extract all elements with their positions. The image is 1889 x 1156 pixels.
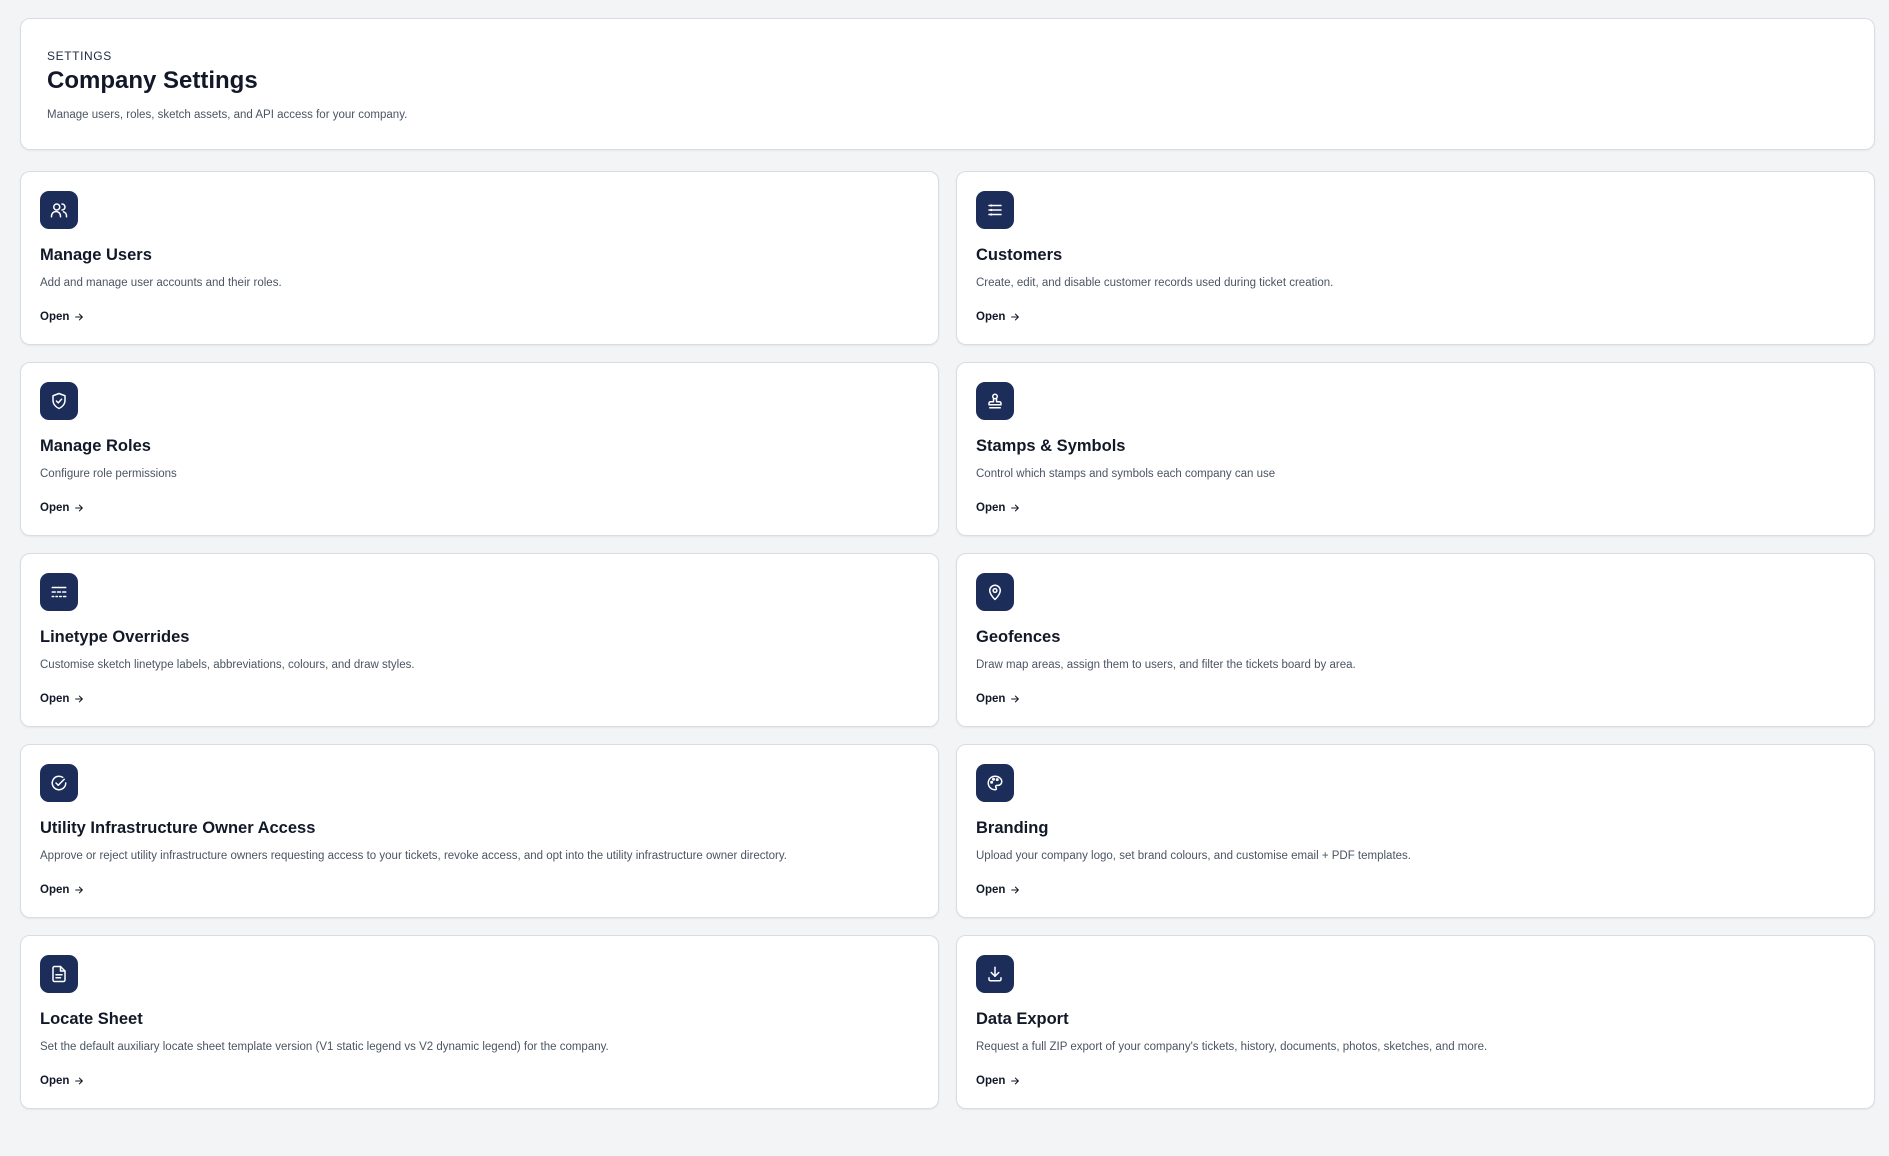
open-label: Open xyxy=(976,502,1006,514)
page-subtitle: Manage users, roles, sketch assets, and … xyxy=(47,109,408,121)
open-branding-link[interactable]: Open xyxy=(976,884,1020,896)
card-description: Request a full ZIP export of your compan… xyxy=(976,1041,1488,1053)
arrow-right-icon xyxy=(1011,504,1020,512)
card-customers[interactable]: Customers Create, edit, and disable cust… xyxy=(956,171,1875,345)
open-data-export-link[interactable]: Open xyxy=(976,1075,1020,1087)
open-linetype-overrides-link[interactable]: Open xyxy=(40,693,84,705)
card-description: Control which stamps and symbols each co… xyxy=(976,468,1276,480)
arrow-right-icon xyxy=(75,1077,84,1085)
open-label: Open xyxy=(40,884,70,896)
settings-grid: Manage Users Add and manage user account… xyxy=(20,171,1875,1109)
card-title: Locate Sheet xyxy=(40,1010,143,1028)
file-text-icon xyxy=(40,955,78,993)
list-icon xyxy=(976,191,1014,229)
palette-icon xyxy=(976,764,1014,802)
card-linetype-overrides[interactable]: Linetype Overrides Customise sketch line… xyxy=(20,553,939,727)
arrow-right-icon xyxy=(1011,886,1020,894)
arrow-right-icon xyxy=(1011,1077,1020,1085)
card-description: Customise sketch linetype labels, abbrev… xyxy=(40,659,415,671)
open-label: Open xyxy=(40,502,70,514)
card-description: Add and manage user accounts and their r… xyxy=(40,277,282,289)
open-manage-users-link[interactable]: Open xyxy=(40,311,84,323)
arrow-right-icon xyxy=(75,504,84,512)
arrow-right-icon xyxy=(75,886,84,894)
card-title: Data Export xyxy=(976,1010,1069,1028)
card-manage-roles[interactable]: Manage Roles Configure role permissions … xyxy=(20,362,939,536)
linetype-icon xyxy=(40,573,78,611)
card-title: Linetype Overrides xyxy=(40,628,190,646)
open-label: Open xyxy=(976,693,1006,705)
stamp-icon xyxy=(976,382,1014,420)
card-branding[interactable]: Branding Upload your company logo, set b… xyxy=(956,744,1875,918)
open-customers-link[interactable]: Open xyxy=(976,311,1020,323)
open-label: Open xyxy=(40,311,70,323)
users-icon xyxy=(40,191,78,229)
card-manage-users[interactable]: Manage Users Add and manage user account… xyxy=(20,171,939,345)
arrow-right-icon xyxy=(1011,313,1020,321)
open-locate-sheet-link[interactable]: Open xyxy=(40,1075,84,1087)
card-description: Upload your company logo, set brand colo… xyxy=(976,850,1411,862)
card-stamps-symbols[interactable]: Stamps & Symbols Control which stamps an… xyxy=(956,362,1875,536)
card-title: Customers xyxy=(976,246,1063,264)
circle-check-icon xyxy=(40,764,78,802)
download-icon xyxy=(976,955,1014,993)
shield-check-icon xyxy=(40,382,78,420)
open-utility-owner-access-link[interactable]: Open xyxy=(40,884,84,896)
card-data-export[interactable]: Data Export Request a full ZIP export of… xyxy=(956,935,1875,1109)
open-label: Open xyxy=(40,1075,70,1087)
card-description: Draw map areas, assign them to users, an… xyxy=(976,659,1356,671)
card-title: Stamps & Symbols xyxy=(976,437,1126,455)
open-geofences-link[interactable]: Open xyxy=(976,693,1020,705)
card-title: Utility Infrastructure Owner Access xyxy=(40,819,316,837)
open-label: Open xyxy=(976,884,1006,896)
map-pin-icon xyxy=(976,573,1014,611)
page-title: Company Settings xyxy=(47,67,258,94)
arrow-right-icon xyxy=(75,695,84,703)
card-geofences[interactable]: Geofences Draw map areas, assign them to… xyxy=(956,553,1875,727)
card-title: Geofences xyxy=(976,628,1061,646)
card-utility-owner-access[interactable]: Utility Infrastructure Owner Access Appr… xyxy=(20,744,939,918)
settings-header: SETTINGS Company Settings Manage users, … xyxy=(20,18,1875,150)
card-description: Create, edit, and disable customer recor… xyxy=(976,277,1334,289)
open-stamps-symbols-link[interactable]: Open xyxy=(976,502,1020,514)
card-title: Manage Roles xyxy=(40,437,151,455)
card-description: Configure role permissions xyxy=(40,468,177,480)
card-description: Set the default auxiliary locate sheet t… xyxy=(40,1041,609,1053)
open-label: Open xyxy=(40,693,70,705)
open-label: Open xyxy=(976,1075,1006,1087)
arrow-right-icon xyxy=(1011,695,1020,703)
card-locate-sheet[interactable]: Locate Sheet Set the default auxiliary l… xyxy=(20,935,939,1109)
card-title: Manage Users xyxy=(40,246,152,264)
arrow-right-icon xyxy=(75,313,84,321)
open-manage-roles-link[interactable]: Open xyxy=(40,502,84,514)
card-title: Branding xyxy=(976,819,1049,837)
card-description: Approve or reject utility infrastructure… xyxy=(40,850,787,862)
open-label: Open xyxy=(976,311,1006,323)
breadcrumb-settings: SETTINGS xyxy=(47,49,112,63)
